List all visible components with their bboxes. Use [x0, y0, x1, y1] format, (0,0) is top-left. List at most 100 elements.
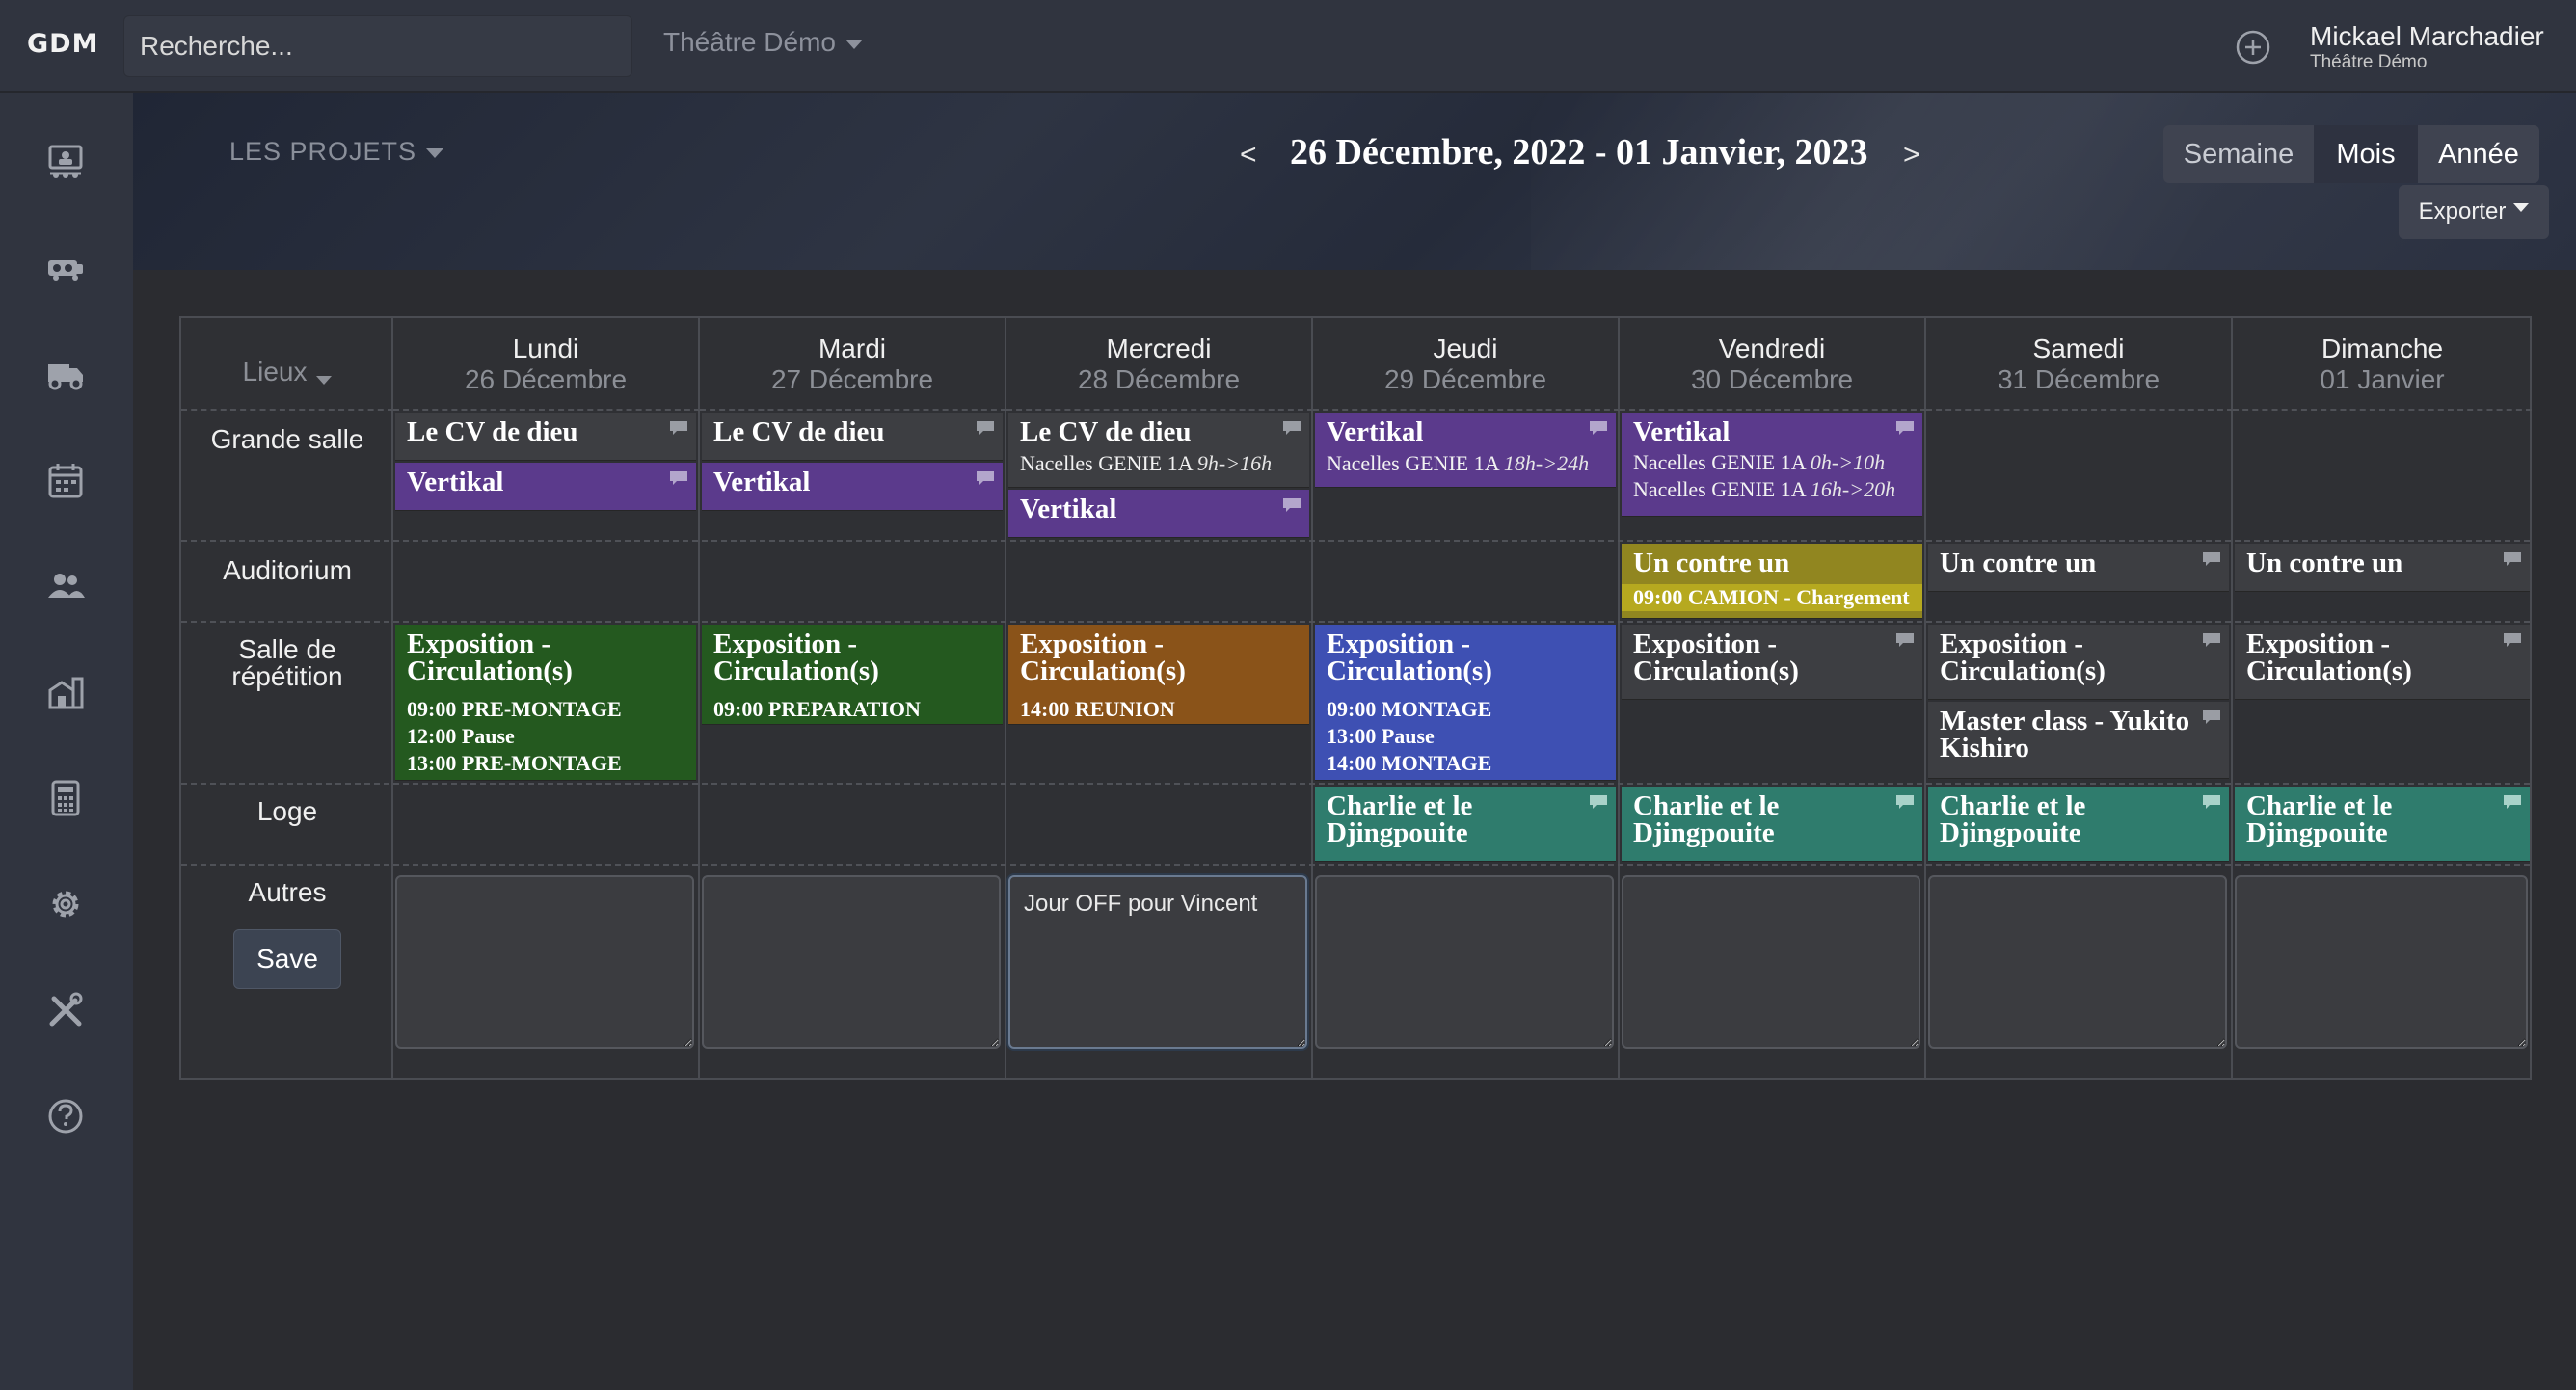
event-card[interactable]: Charlie et le Djingpouite	[1928, 787, 2229, 862]
event-card[interactable]: Le CV de dieu Nacelles GENIE 1A 9h->16h	[1008, 413, 1309, 488]
event-card[interactable]: Le CV de dieu	[395, 413, 696, 461]
room-label-autres: Autres	[248, 877, 327, 907]
day-header: Mercredi 28 Décembre	[1006, 318, 1313, 411]
buildings-icon[interactable]	[42, 669, 89, 715]
day-header: Samedi 31 Décembre	[1926, 318, 2233, 411]
comment-icon[interactable]	[1589, 420, 1608, 436]
lieux-dropdown[interactable]: Lieux	[181, 357, 393, 388]
event-card[interactable]: Exposition - Circulation(s)	[2235, 625, 2530, 700]
top-bar: GDM Théâtre Démo Mickael Marchadier Théâ…	[0, 0, 2576, 93]
day-note-textarea[interactable]	[2235, 875, 2528, 1049]
event-card[interactable]: Charlie et le Djingpouite	[1315, 787, 1616, 862]
comment-icon[interactable]	[976, 420, 995, 436]
save-button[interactable]: Save	[233, 929, 341, 989]
room-label-salle-repetition: Salle de répétition	[231, 634, 343, 691]
comment-icon[interactable]	[669, 470, 688, 486]
event-schedule: 14:00 REUNION	[1020, 696, 1298, 723]
column-divider	[1005, 411, 1006, 1078]
comment-icon[interactable]	[2503, 794, 2522, 810]
van-icon[interactable]	[42, 351, 89, 397]
day-note-textarea[interactable]: Jour OFF pour Vincent	[1008, 875, 1307, 1049]
day-name: Mercredi	[1106, 334, 1212, 363]
help-icon[interactable]	[42, 1093, 89, 1139]
column-divider	[2231, 411, 2233, 1078]
people-icon[interactable]	[42, 563, 89, 609]
event-card[interactable]: Charlie et le Djingpouite	[1622, 787, 1922, 862]
lieux-label: Lieux	[242, 357, 308, 387]
comment-icon[interactable]	[1282, 497, 1301, 513]
calendar-icon[interactable]	[42, 457, 89, 503]
event-title: Vertikal	[407, 467, 504, 497]
view-year-button[interactable]: Année	[2418, 125, 2539, 183]
event-card[interactable]: Charlie et le Djingpouite	[2235, 787, 2530, 862]
comment-icon[interactable]	[1895, 794, 1915, 810]
event-title: Exposition - Circulation(s)	[407, 628, 573, 686]
event-card[interactable]: Vertikal Nacelles GENIE 1A 18h->24h	[1315, 413, 1616, 488]
event-card[interactable]: Un contre un	[2235, 544, 2530, 592]
comment-icon[interactable]	[2503, 551, 2522, 567]
event-card[interactable]: Un contre un	[1928, 544, 2229, 592]
event-title: Un contre un	[1940, 548, 2097, 578]
tools-icon[interactable]	[42, 987, 89, 1033]
equipment-label: Nacelles GENIE 1A	[1633, 450, 1806, 474]
event-card[interactable]: Exposition - Circulation(s)	[1622, 625, 1922, 700]
event-card[interactable]: Vertikal	[702, 463, 1003, 511]
comment-icon[interactable]	[2202, 632, 2221, 648]
day-note-textarea[interactable]	[1622, 875, 1920, 1049]
chevron-down-icon	[426, 147, 444, 158]
day-header: Dimanche 01 Janvier	[2233, 318, 2532, 411]
day-name: Mardi	[818, 334, 886, 363]
column-divider	[1924, 411, 1926, 1078]
day-note-textarea[interactable]	[702, 875, 1001, 1049]
export-label: Exporter	[2418, 199, 2507, 225]
comment-icon[interactable]	[2202, 551, 2221, 567]
event-card[interactable]: Le CV de dieu	[702, 413, 1003, 461]
event-card[interactable]: Vertikal	[1008, 490, 1309, 538]
event-card[interactable]: Exposition - Circulation(s) 14:00 REUNION	[1008, 625, 1309, 725]
projects-dropdown[interactable]: LES PROJETS	[229, 137, 444, 167]
event-schedule: 09:00 PRE-MONTAGE 12:00 Pause 13:00 PRE-MO…	[407, 696, 684, 777]
event-card[interactable]: Un contre un 09:00 CAMION - Chargement	[1622, 544, 1922, 619]
add-circle-icon[interactable]	[2235, 29, 2271, 66]
calculator-icon[interactable]	[42, 775, 89, 821]
comment-icon[interactable]	[2503, 632, 2522, 648]
theatre-dropdown[interactable]: Théâtre Démo	[663, 27, 863, 58]
view-week-button[interactable]: Semaine	[2163, 125, 2314, 183]
day-date: 26 Décembre	[464, 364, 628, 394]
day-note-textarea[interactable]	[1315, 875, 1614, 1049]
comment-icon[interactable]	[1282, 420, 1301, 436]
comment-icon[interactable]	[669, 420, 688, 436]
comment-icon[interactable]	[1589, 794, 1608, 810]
comment-icon[interactable]	[1895, 420, 1915, 436]
next-week-button[interactable]: >	[1903, 139, 1920, 172]
day-date: 28 Décembre	[1077, 364, 1241, 394]
event-card[interactable]: Master class - Yukito Kishiro	[1928, 702, 2229, 779]
presentation-icon[interactable]	[42, 139, 89, 185]
event-card[interactable]: Vertikal Nacelles GENIE 1A 0h->10h Nacelle…	[1622, 413, 1922, 517]
header-banner: LES PROJETS < 26 Décembre, 2022 - 01 Jan…	[133, 93, 2576, 270]
export-dropdown-button[interactable]: Exporter	[2399, 185, 2549, 239]
day-date: 31 Décembre	[1997, 364, 2160, 394]
event-card[interactable]: Exposition - Circulation(s) 09:00 PRE-MON…	[395, 625, 696, 781]
projects-dropdown-label: LES PROJETS	[229, 137, 417, 166]
equipment-time: 18h->24h	[1503, 451, 1590, 475]
gear-icon[interactable]	[42, 881, 89, 927]
day-note-textarea[interactable]	[1928, 875, 2227, 1049]
view-month-button[interactable]: Mois	[2314, 125, 2418, 183]
comment-icon[interactable]	[1895, 632, 1915, 648]
day-note-textarea[interactable]	[395, 875, 694, 1049]
user-name[interactable]: Mickael Marchadier	[2310, 21, 2544, 52]
day-date: 29 Décembre	[1383, 364, 1547, 394]
event-card[interactable]: Exposition - Circulation(s) 09:00 MONTAGE…	[1315, 625, 1616, 781]
previous-week-button[interactable]: <	[1240, 139, 1257, 172]
event-card[interactable]: Exposition - Circulation(s)	[1928, 625, 2229, 700]
event-card[interactable]: Exposition - Circulation(s) 09:00 PREPARA…	[702, 625, 1003, 725]
comment-icon[interactable]	[976, 470, 995, 486]
comment-icon[interactable]	[2202, 709, 2221, 725]
event-title: Charlie et le Djingpouite	[1940, 790, 2086, 848]
event-card[interactable]: Vertikal	[395, 463, 696, 511]
truck-icon[interactable]	[42, 245, 89, 291]
lieux-header: Lieux	[181, 318, 393, 411]
comment-icon[interactable]	[2202, 794, 2221, 810]
search-input[interactable]	[123, 15, 632, 77]
